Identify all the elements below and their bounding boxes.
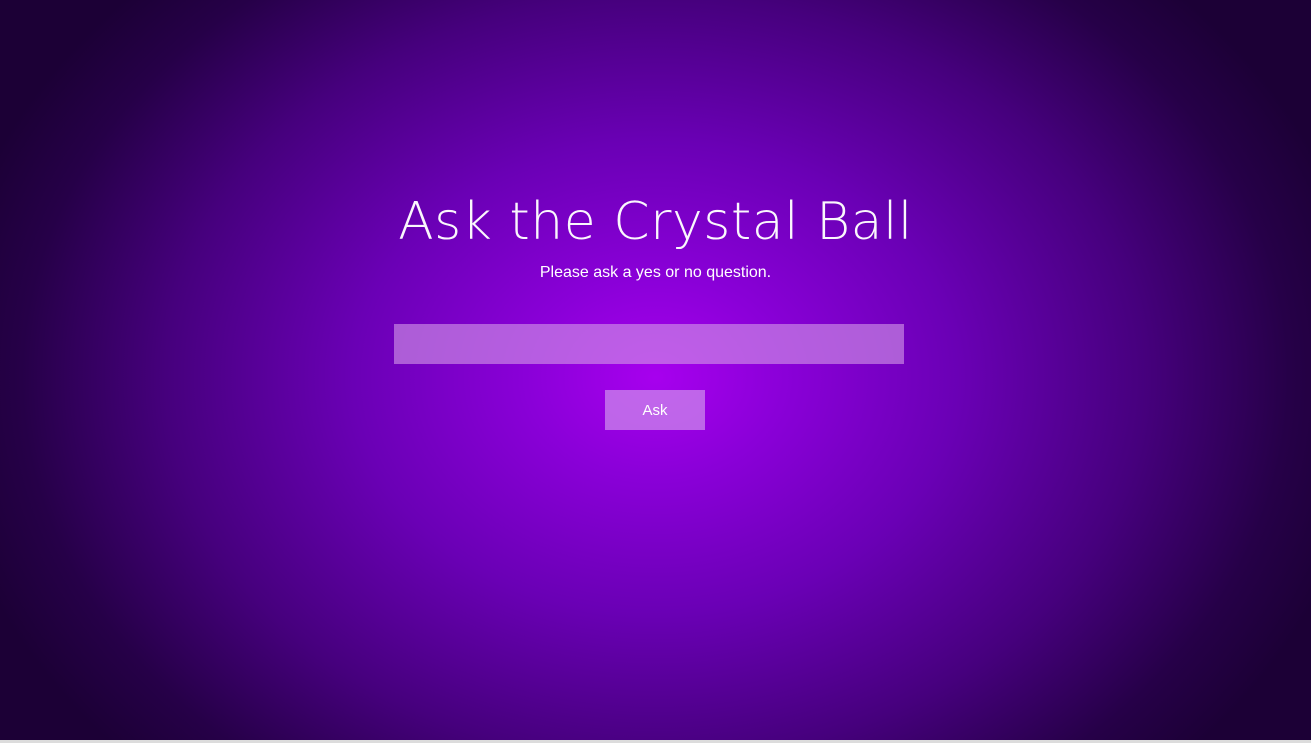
ask-button[interactable]: Ask <box>605 390 705 430</box>
page-subtitle: Please ask a yes or no question. <box>539 264 772 281</box>
crystal-ball-background: Ask the Crystal Ball Please ask a yes or… <box>0 0 1311 740</box>
question-input[interactable] <box>394 324 904 364</box>
page-title: Ask the Crystal Ball <box>398 192 913 252</box>
